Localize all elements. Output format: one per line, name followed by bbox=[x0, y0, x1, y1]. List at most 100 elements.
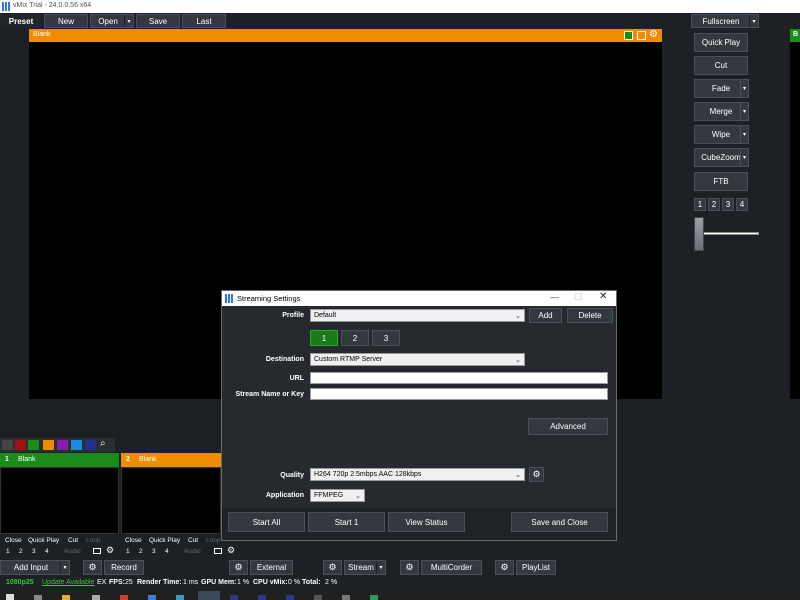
taskbar-app-icon-vmix[interactable] bbox=[198, 591, 220, 600]
start-all-button[interactable]: Start All bbox=[228, 512, 305, 532]
application-select[interactable]: FFMPEG ⌄ bbox=[310, 489, 365, 502]
input-1-num-4[interactable]: 4 bbox=[45, 548, 49, 555]
input-1-audio[interactable]: Audio bbox=[64, 548, 81, 555]
taskbar-app-icon-10[interactable] bbox=[314, 595, 322, 600]
input-1-loop[interactable]: Loop bbox=[86, 537, 100, 544]
tbar-handle[interactable] bbox=[694, 217, 704, 251]
taskbar-app-icon-4[interactable] bbox=[120, 595, 128, 600]
external-button[interactable]: External bbox=[250, 560, 293, 575]
input-2-num-2[interactable]: 2 bbox=[139, 548, 143, 555]
color-filter-green[interactable] bbox=[28, 440, 39, 450]
input-1-cut[interactable]: Cut bbox=[68, 537, 78, 544]
input-2-cut[interactable]: Cut bbox=[188, 537, 198, 544]
transition-number-1[interactable]: 1 bbox=[694, 198, 706, 211]
save-button[interactable]: Save bbox=[136, 14, 180, 28]
record-settings-gear[interactable]: ⚙ bbox=[83, 560, 102, 575]
input-1-thumbnail[interactable] bbox=[0, 467, 119, 534]
fullscreen-dropdown-icon[interactable]: ▾ bbox=[749, 15, 758, 27]
search-icon[interactable]: ⌕ bbox=[100, 438, 106, 449]
tab-3[interactable]: 3 bbox=[372, 330, 400, 346]
destination-select[interactable]: Custom RTMP Server ⌄ bbox=[310, 353, 525, 366]
close-icon[interactable]: ✕ bbox=[599, 291, 607, 302]
input-2-num-1[interactable]: 1 bbox=[126, 548, 130, 555]
stream-button[interactable]: Stream ▾ bbox=[344, 560, 386, 575]
quick-play-button[interactable]: Quick Play bbox=[694, 33, 748, 52]
taskbar-app-icon-9[interactable] bbox=[286, 595, 294, 600]
external-settings-gear[interactable]: ⚙ bbox=[229, 560, 248, 575]
multicorder-settings-gear[interactable]: ⚙ bbox=[400, 560, 419, 575]
url-input[interactable] bbox=[310, 372, 608, 384]
input-2-num-3[interactable]: 3 bbox=[152, 548, 156, 555]
transition-number-2[interactable]: 2 bbox=[708, 198, 720, 211]
taskbar-app-icon-8[interactable] bbox=[258, 595, 266, 600]
input-1-num-1[interactable]: 1 bbox=[6, 548, 10, 555]
fade-dropdown[interactable]: ▾ bbox=[740, 79, 749, 98]
transition-number-3[interactable]: 3 bbox=[722, 198, 734, 211]
input-1-header[interactable]: 1 Blank bbox=[0, 453, 119, 467]
taskbar-app-icon-12[interactable] bbox=[370, 595, 378, 600]
merge-dropdown[interactable]: ▾ bbox=[740, 102, 749, 121]
tab-2[interactable]: 2 bbox=[341, 330, 369, 346]
preset-button[interactable]: Preset bbox=[0, 14, 42, 28]
open-dropdown-icon[interactable]: ▾ bbox=[124, 15, 133, 27]
multicorder-button[interactable]: MultiCorder bbox=[421, 560, 482, 575]
stream-dropdown-icon[interactable]: ▾ bbox=[376, 561, 385, 574]
update-available-link[interactable]: Update Available bbox=[42, 579, 94, 586]
stream-settings-gear[interactable]: ⚙ bbox=[323, 560, 342, 575]
input-2-num-4[interactable]: 4 bbox=[165, 548, 169, 555]
minimize-icon[interactable]: — bbox=[550, 292, 559, 302]
input-2-monitor-icon[interactable] bbox=[214, 548, 222, 554]
delete-profile-button[interactable]: Delete bbox=[567, 308, 613, 323]
preview-monitor-icon[interactable] bbox=[637, 31, 646, 40]
input-1-num-2[interactable]: 2 bbox=[19, 548, 23, 555]
view-status-button[interactable]: View Status bbox=[388, 512, 465, 532]
taskbar-app-icon-11[interactable] bbox=[342, 595, 350, 600]
add-input-button[interactable]: Add Input ▾ bbox=[0, 560, 70, 575]
last-button[interactable]: Last bbox=[182, 14, 226, 28]
input-2-gear-icon[interactable]: ⚙ bbox=[227, 545, 235, 556]
input-2-quick-play[interactable]: Quick Play bbox=[149, 537, 180, 544]
fullscreen-button[interactable]: Fullscreen ▾ bbox=[691, 14, 759, 28]
color-filter-orange[interactable] bbox=[43, 440, 54, 450]
taskbar-app-icon-2[interactable] bbox=[62, 595, 70, 600]
taskbar-app-icon-6[interactable] bbox=[176, 595, 184, 600]
cubezoom-dropdown[interactable]: ▾ bbox=[740, 148, 749, 167]
playlist-button[interactable]: PlayList bbox=[516, 560, 556, 575]
ftb-button[interactable]: FTB bbox=[694, 172, 748, 191]
advanced-button[interactable]: Advanced bbox=[528, 418, 608, 435]
add-profile-button[interactable]: Add bbox=[529, 308, 562, 323]
input-2-header[interactable]: 2 Blank bbox=[121, 453, 221, 467]
cut-button[interactable]: Cut bbox=[694, 56, 748, 75]
input-1-gear-icon[interactable]: ⚙ bbox=[106, 545, 114, 556]
playlist-settings-gear[interactable]: ⚙ bbox=[495, 560, 514, 575]
record-button[interactable]: Record bbox=[104, 560, 144, 575]
input-2-thumbnail[interactable] bbox=[121, 467, 221, 534]
quality-settings-gear[interactable]: ⚙ bbox=[529, 467, 544, 482]
taskbar-app-icon-5[interactable] bbox=[148, 595, 156, 600]
wipe-dropdown[interactable]: ▾ bbox=[740, 125, 749, 144]
input-1-num-3[interactable]: 3 bbox=[32, 548, 36, 555]
color-filter-red[interactable] bbox=[15, 440, 26, 450]
color-filter-blue[interactable] bbox=[71, 440, 82, 450]
input-1-close[interactable]: Close bbox=[5, 537, 22, 544]
input-2-loop[interactable]: Loop bbox=[206, 537, 220, 544]
tab-1[interactable]: 1 bbox=[310, 330, 338, 346]
input-1-monitor-icon[interactable] bbox=[93, 548, 101, 554]
maximize-icon[interactable]: ☐ bbox=[574, 292, 582, 303]
input-1-quick-play[interactable]: Quick Play bbox=[28, 537, 59, 544]
stream-key-input[interactable] bbox=[310, 388, 608, 400]
color-filter-navy[interactable] bbox=[85, 440, 96, 450]
save-and-close-button[interactable]: Save and Close bbox=[511, 512, 608, 532]
transition-number-4[interactable]: 4 bbox=[736, 198, 748, 211]
color-filter-dark[interactable] bbox=[2, 440, 13, 450]
taskbar-app-icon-3[interactable] bbox=[92, 595, 100, 600]
input-2-close[interactable]: Close bbox=[125, 537, 142, 544]
open-button[interactable]: Open ▾ bbox=[90, 14, 134, 28]
start-icon[interactable] bbox=[6, 594, 14, 600]
preview-gear-icon[interactable]: ⚙ bbox=[649, 29, 658, 40]
quality-select[interactable]: H264 720p 2.5mbps AAC 128kbps ⌄ bbox=[310, 468, 525, 481]
preview-green-icon[interactable] bbox=[624, 31, 633, 40]
add-input-dropdown-icon[interactable]: ▾ bbox=[60, 561, 69, 574]
input-2-audio[interactable]: Audio bbox=[184, 548, 201, 555]
taskbar-app-icon-7[interactable] bbox=[230, 595, 238, 600]
